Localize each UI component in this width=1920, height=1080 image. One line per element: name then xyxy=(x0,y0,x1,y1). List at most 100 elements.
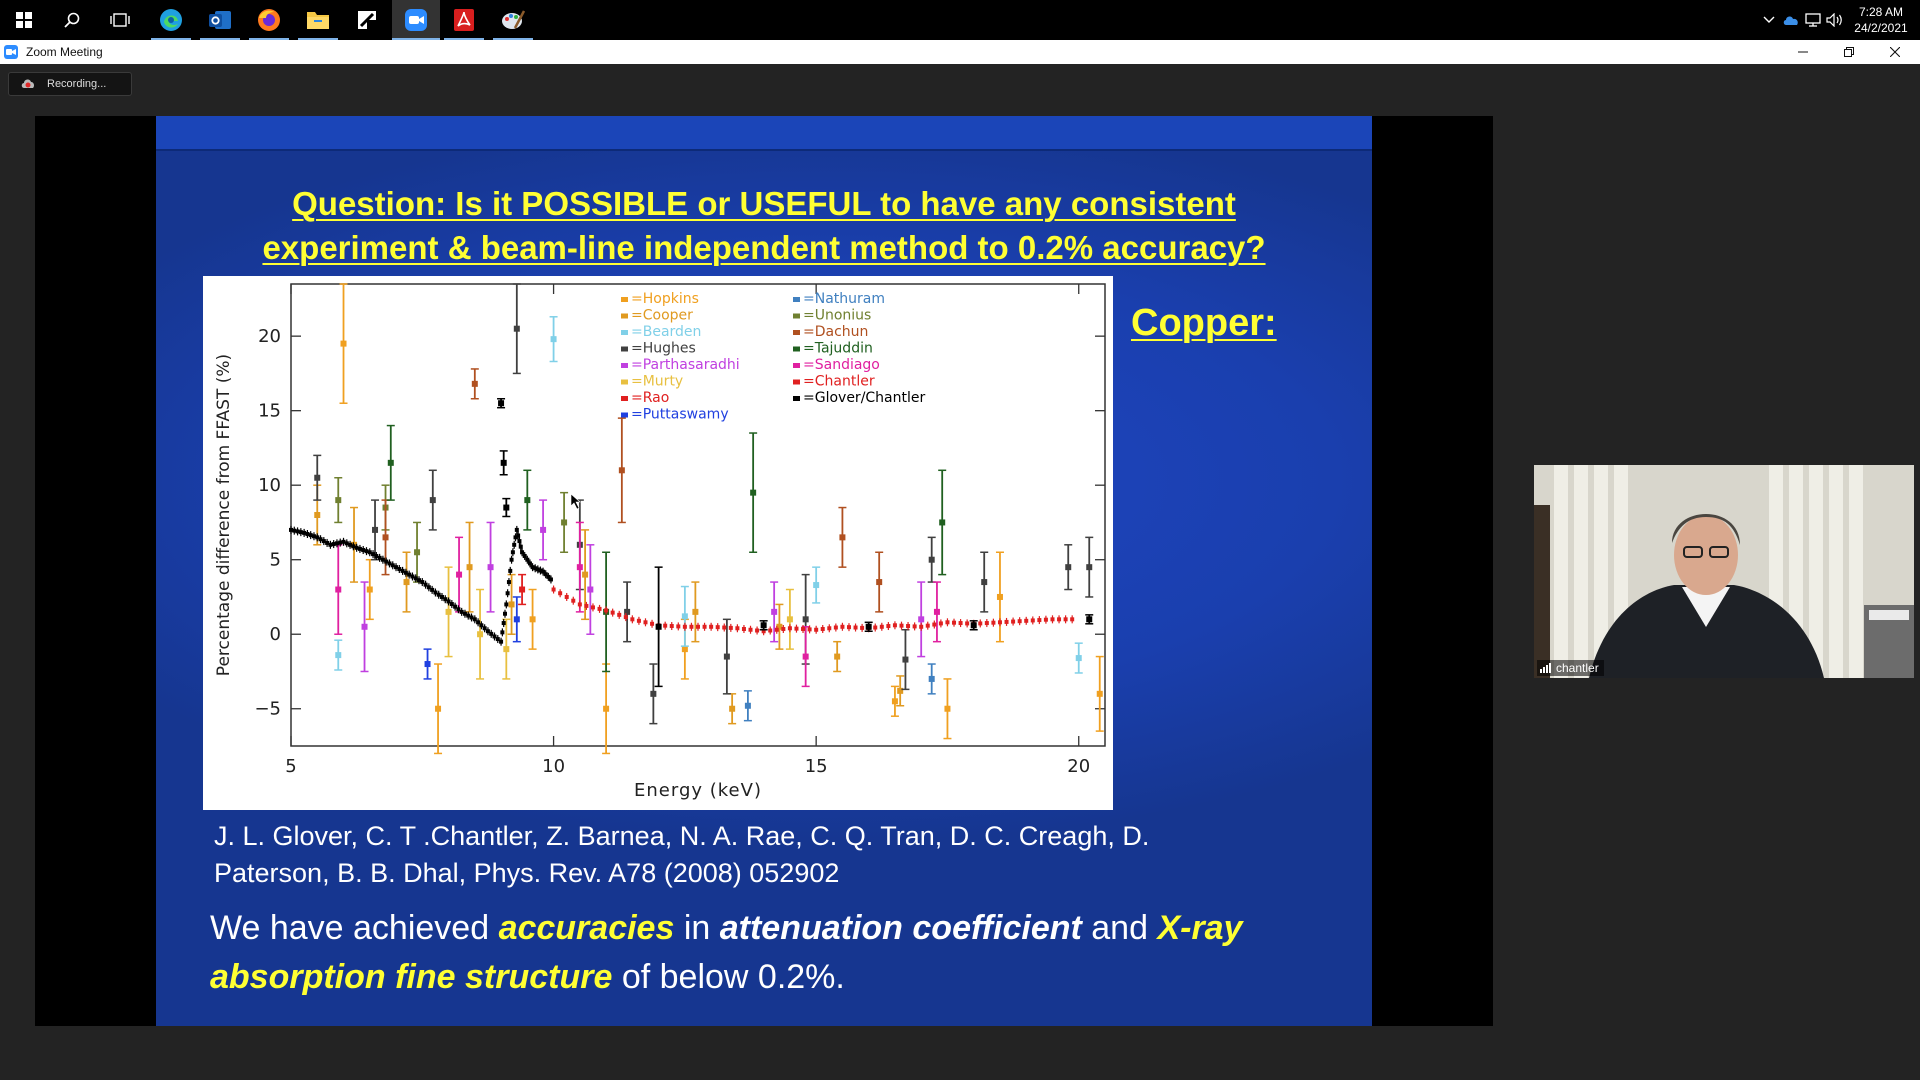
data-point xyxy=(314,512,321,518)
data-point xyxy=(692,608,699,615)
curve-point xyxy=(755,628,760,633)
data-point xyxy=(760,622,767,629)
onedrive-cloud-icon[interactable] xyxy=(1780,0,1802,40)
minimize-button[interactable] xyxy=(1780,40,1826,64)
data-point xyxy=(876,579,883,586)
curve-point xyxy=(965,621,970,626)
curve-point xyxy=(860,625,865,630)
curve-point xyxy=(590,605,595,610)
x-tick-label: 5 xyxy=(285,756,296,777)
data-point xyxy=(435,705,442,712)
data-point xyxy=(723,653,730,660)
data-point xyxy=(865,623,872,630)
data-point xyxy=(382,534,389,541)
legend-label: =Parthasaradhi xyxy=(631,357,740,373)
taskbar-clock[interactable]: 7:28 AM 24/2/2021 xyxy=(1846,4,1920,36)
data-point xyxy=(624,608,631,615)
curve-point xyxy=(787,626,792,631)
recording-indicator[interactable]: Recording... xyxy=(8,72,132,96)
curve-point xyxy=(997,620,1002,625)
curve-point xyxy=(676,624,681,629)
search-icon[interactable] xyxy=(48,0,96,40)
data-point xyxy=(519,586,526,593)
restore-button[interactable] xyxy=(1826,40,1872,64)
data-point xyxy=(813,582,820,589)
curve-point xyxy=(768,628,773,633)
curve-point xyxy=(1030,618,1035,623)
data-point xyxy=(681,646,688,653)
legend-marker xyxy=(793,346,800,352)
data-point xyxy=(902,656,909,663)
y-tick-label: −5 xyxy=(254,699,281,720)
curve-point xyxy=(952,620,957,625)
participant-video[interactable]: chantler xyxy=(1534,465,1914,678)
close-button[interactable] xyxy=(1872,40,1918,64)
curve-point xyxy=(886,624,891,629)
data-point xyxy=(771,608,778,615)
edge-icon[interactable] xyxy=(147,0,195,40)
x-axis-label: Energy (keV) xyxy=(634,780,762,801)
curve-point xyxy=(525,557,530,562)
zoom-icon[interactable] xyxy=(392,0,440,40)
curve-point xyxy=(827,626,832,631)
slide-header-bar xyxy=(156,116,1372,151)
paint-icon[interactable] xyxy=(489,0,537,40)
data-point xyxy=(933,608,940,615)
citation-line-1: J. L. Glover, C. T .Chantler, Z. Barnea,… xyxy=(214,821,1150,851)
data-point xyxy=(550,336,557,343)
curve-point xyxy=(509,557,514,562)
data-point xyxy=(340,340,347,347)
x-tick-label: 20 xyxy=(1067,756,1090,777)
curve-point xyxy=(663,623,668,628)
file-explorer-icon[interactable] xyxy=(294,0,342,40)
data-point xyxy=(1096,690,1103,697)
data-point xyxy=(471,380,478,387)
outlook-icon[interactable] xyxy=(196,0,244,40)
snip-sketch-icon[interactable] xyxy=(343,0,391,40)
legend-marker xyxy=(621,346,628,352)
legend-marker xyxy=(793,396,800,401)
legend-label: =Nathuram xyxy=(803,291,885,307)
task-view-icon[interactable] xyxy=(96,0,144,40)
windows-start-icon[interactable] xyxy=(0,0,48,40)
x-tick-label: 15 xyxy=(805,756,828,777)
legend-marker xyxy=(621,363,628,368)
data-point xyxy=(918,616,925,623)
curve-point xyxy=(1057,617,1062,622)
curve-point xyxy=(748,627,753,632)
data-point xyxy=(1086,616,1093,623)
legend-marker xyxy=(621,396,628,401)
slide-side-label: Copper: xyxy=(1131,302,1277,344)
chevron-up-icon[interactable] xyxy=(1758,0,1780,40)
participant-name: chantler xyxy=(1556,661,1599,675)
y-tick-label: 15 xyxy=(258,401,281,422)
curve-point xyxy=(1024,618,1029,623)
xafs-scatter-chart: 5 10 15 20 20 15 10 5 0 −5 Energy (keV) Percentage … xyxy=(203,276,1113,810)
network-icon[interactable] xyxy=(1802,0,1824,40)
data-point xyxy=(650,690,657,697)
plot-series-group xyxy=(289,283,1104,755)
curve-point xyxy=(558,591,563,596)
data-point xyxy=(729,705,736,712)
data-point xyxy=(939,519,946,526)
data-point xyxy=(513,616,520,623)
data-point xyxy=(524,497,531,504)
data-point xyxy=(1065,564,1072,571)
legend-label: =Puttaswamy xyxy=(631,407,729,423)
curve-point xyxy=(504,602,509,607)
firefox-icon[interactable] xyxy=(245,0,293,40)
curve-point xyxy=(925,623,930,628)
acrobat-icon[interactable] xyxy=(440,0,488,40)
window-titlebar: Zoom Meeting xyxy=(0,40,1920,64)
data-point xyxy=(996,593,1003,600)
volume-icon[interactable] xyxy=(1824,0,1846,40)
taskbar: 7:28 AM 24/2/2021 xyxy=(0,0,1920,40)
data-point xyxy=(1075,655,1082,662)
data-point xyxy=(1086,564,1093,571)
curve-point xyxy=(548,577,553,582)
curve-point xyxy=(978,621,983,626)
curve-point xyxy=(722,625,727,630)
data-point xyxy=(335,586,342,593)
statement-accuracies: accuracies xyxy=(498,909,675,947)
data-point xyxy=(456,571,463,578)
